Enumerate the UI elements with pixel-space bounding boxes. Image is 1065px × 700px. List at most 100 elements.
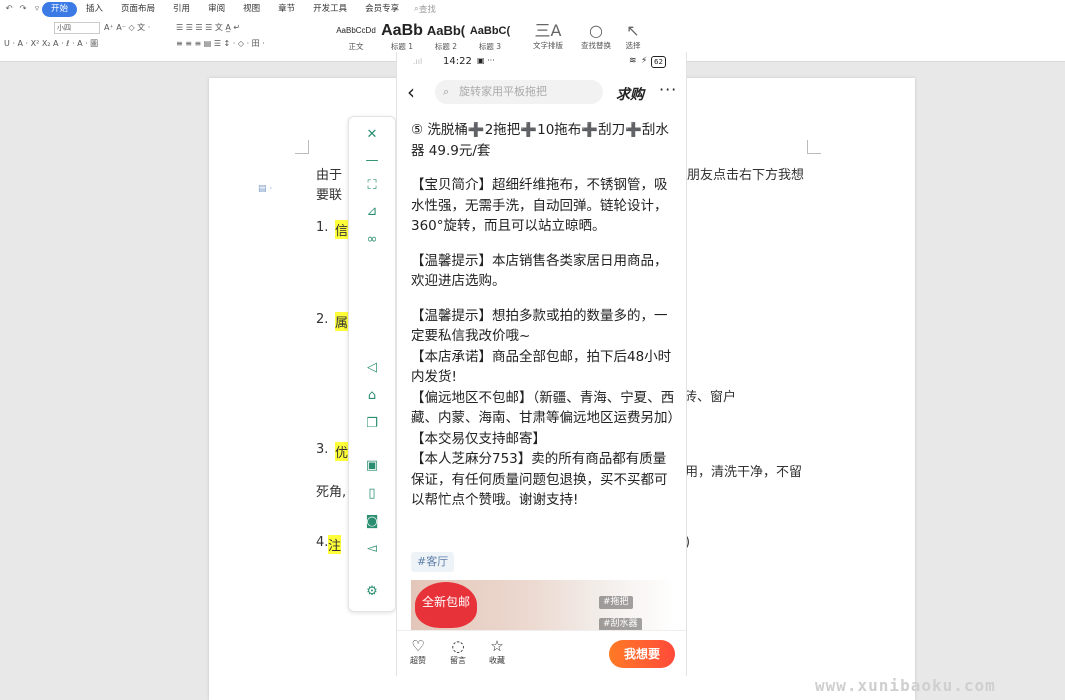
- style-heading-1[interactable]: AaBb 标题 1: [380, 22, 424, 52]
- tab-member[interactable]: 会员专享: [356, 2, 408, 17]
- description-paragraph: ⑤ 洗脱桶➕2拖把➕10拖布➕刮刀➕刮水器 49.9元/套: [411, 122, 669, 159]
- link-icon[interactable]: ∞: [349, 232, 395, 248]
- image-tag[interactable]: #拖把: [599, 596, 633, 609]
- tab-references[interactable]: 引用: [164, 2, 199, 17]
- search-input[interactable]: ⌕ 旋转家用平板拖把: [435, 80, 603, 104]
- redo-icon[interactable]: ↷: [18, 4, 28, 14]
- tab-home[interactable]: 开始: [42, 1, 78, 17]
- want-button[interactable]: 我想要: [609, 640, 675, 668]
- text-style-tools[interactable]: U · A · X² X₂ A · ℓ · A · 圖: [4, 38, 98, 49]
- document-icon[interactable]: ▯: [349, 486, 395, 502]
- style-caption: 标题 2: [434, 42, 458, 51]
- tab-insert[interactable]: 插入: [77, 2, 112, 17]
- comment-label: 留言: [450, 656, 466, 665]
- text-layout-label: 文字排版: [533, 41, 563, 50]
- margin-corner: [295, 140, 309, 154]
- description-paragraph: 【偏远地区不包邮】（新疆、青海、宁夏、西藏、内蒙、海南、甘肃等偏远地区运费另加）: [411, 389, 681, 427]
- highlighted-heading: 注: [328, 535, 342, 554]
- image-icon[interactable]: ▣: [349, 458, 395, 474]
- select-label: 选择: [625, 41, 641, 50]
- paragraph-marker-icon[interactable]: ▤ ·: [258, 184, 272, 194]
- signal-icon: .ııl: [413, 57, 423, 66]
- tab-developer[interactable]: 开发工具: [304, 2, 356, 17]
- description-paragraph: 【温馨提示】本店销售各类家居日用商品，欢迎进店选购。: [411, 252, 668, 290]
- close-icon[interactable]: ✕: [349, 127, 395, 143]
- topic-tag[interactable]: #客厅: [411, 552, 455, 572]
- tab-section[interactable]: 章节: [269, 2, 304, 17]
- find-icon: ○: [589, 21, 603, 40]
- camera-icon[interactable]: ◙: [349, 514, 395, 530]
- list-number: 3.: [316, 442, 329, 457]
- multiwindow-icon[interactable]: ❐: [349, 416, 395, 432]
- comment-button[interactable]: ◌ 留言: [443, 637, 473, 666]
- nav-bar: ‹ ⌕ 旋转家用平板拖把 求购 ···: [397, 74, 686, 112]
- search-label[interactable]: 查找: [419, 3, 436, 15]
- style-heading-2[interactable]: AaBb( 标题 2: [424, 22, 468, 52]
- tab-page-layout[interactable]: 页面布局: [112, 2, 164, 17]
- list-number: 4.: [316, 535, 329, 550]
- font-format-tools[interactable]: A⁺ A⁻ ◇ 文 ·: [104, 22, 150, 33]
- phone-mirror-toolbar: ✕ — ⛶ ⊿ ∞ ◁ ⌂ ❐ ▣ ▯ ◙ ◅ ⚙: [348, 116, 396, 612]
- product-description: ⑤ 洗脱桶➕2拖把➕10拖布➕刮刀➕刮水器 49.9元/套 【宝贝简介】超细纤维…: [411, 120, 681, 511]
- description-paragraph: 【温馨提示】想拍多款或拍的数量多的，一定要私信我改价哦~: [411, 307, 668, 345]
- doc-text: 要联: [316, 188, 343, 203]
- description-paragraph: 【本人芝麻分753】卖的所有商品都有质量保证，有任何质量问题包退换，买不买都可以…: [411, 451, 668, 508]
- doc-text: 死角,: [316, 485, 347, 500]
- home-icon[interactable]: ⌂: [349, 388, 395, 404]
- thumbs-up-icon: ♡: [411, 637, 425, 655]
- search-icon: ⌕: [443, 85, 450, 98]
- phone-screen[interactable]: .ııl 14:22 ▣ ··· ≋ ⚡ 62 ‹ ⌕ 旋转家用平板拖把 求购 …: [396, 52, 687, 676]
- cursor-icon: ↖: [626, 21, 640, 40]
- style-preview: AaBb: [381, 22, 423, 39]
- text-layout-button[interactable]: 三A 文字排版: [528, 22, 568, 51]
- tab-view[interactable]: 视图: [234, 2, 269, 17]
- fullscreen-icon[interactable]: ⛶: [349, 178, 395, 194]
- battery-level: 62: [651, 56, 666, 68]
- more-icon[interactable]: ···: [659, 80, 677, 99]
- font-size-select[interactable]: 小四: [54, 22, 100, 34]
- alignment-tools[interactable]: ≡ ≡ ≡ ▤ ☰ ↕ · ◇ · 田 ·: [176, 38, 265, 49]
- undo-icon[interactable]: ↶: [4, 4, 14, 14]
- text-layout-icon: 三A: [534, 21, 562, 40]
- settings-icon[interactable]: ⚙: [349, 584, 395, 600]
- style-heading-3[interactable]: AaBbC( 标题 3: [468, 22, 512, 52]
- style-preview: AaBbC(: [469, 25, 511, 37]
- free-shipping-badge: 全新包邮: [415, 582, 477, 628]
- wanted-button[interactable]: 求购: [616, 84, 644, 104]
- search-placeholder: 旋转家用平板拖把: [459, 85, 547, 98]
- style-preview: AaBbCcDd: [336, 26, 376, 35]
- highlighted-heading: 优: [335, 442, 349, 461]
- select-button[interactable]: ↖ 选择: [618, 22, 648, 51]
- pin-icon[interactable]: ⊿: [349, 204, 395, 220]
- list-number: 1.: [316, 220, 329, 235]
- doc-text: 砖、窗户: [684, 390, 737, 405]
- bottom-action-bar: ♡ 超赞 ◌ 留言 ☆ 收藏 我想要: [397, 630, 686, 676]
- find-replace-label: 查找替换: [581, 41, 611, 50]
- charging-icon: ⚡: [641, 56, 648, 66]
- dropdown-icon[interactable]: ▿: [32, 4, 42, 14]
- menu-bar: ↶ ↷ ▿ 开始 插入 页面布局 引用 审阅 视图 章节 开发工具 会员专享 ⌕…: [0, 0, 1065, 18]
- watermark-text: www.xunibaoku.com: [815, 676, 996, 695]
- volume-icon[interactable]: ◅: [349, 541, 395, 557]
- status-extra: ▣ ···: [477, 56, 495, 65]
- style-caption: 标题 1: [390, 42, 414, 51]
- like-label: 超赞: [410, 656, 426, 665]
- tab-review[interactable]: 审阅: [199, 2, 234, 17]
- status-bar: .ııl 14:22 ▣ ··· ≋ ⚡ 62: [397, 52, 686, 74]
- back-icon[interactable]: ◁: [349, 360, 395, 376]
- like-button[interactable]: ♡ 超赞: [403, 637, 433, 666]
- description-paragraph: 【宝贝简介】超细纤维拖布，不锈钢管，吸水性强，无需手洗，自动回弹。链轮设计，36…: [411, 177, 668, 234]
- style-caption: 正文: [348, 42, 364, 51]
- back-icon[interactable]: ‹: [407, 80, 415, 104]
- list-number: 2.: [316, 312, 329, 327]
- product-image[interactable]: 全新包邮 #拖把 #刮水器: [411, 580, 675, 632]
- favorite-label: 收藏: [489, 656, 505, 665]
- minimize-icon[interactable]: —: [349, 153, 395, 169]
- highlighted-heading: 属: [335, 312, 349, 331]
- paragraph-tools[interactable]: ☰ ☰ ☰ ☰ 文 A̲ ↵: [176, 22, 240, 33]
- find-replace-button[interactable]: ○ 查找替换: [576, 22, 616, 51]
- style-caption: 标题 3: [478, 42, 502, 51]
- status-time: 14:22: [443, 56, 472, 67]
- style-normal[interactable]: AaBbCcDd 正文: [334, 22, 378, 52]
- favorite-button[interactable]: ☆ 收藏: [482, 637, 512, 666]
